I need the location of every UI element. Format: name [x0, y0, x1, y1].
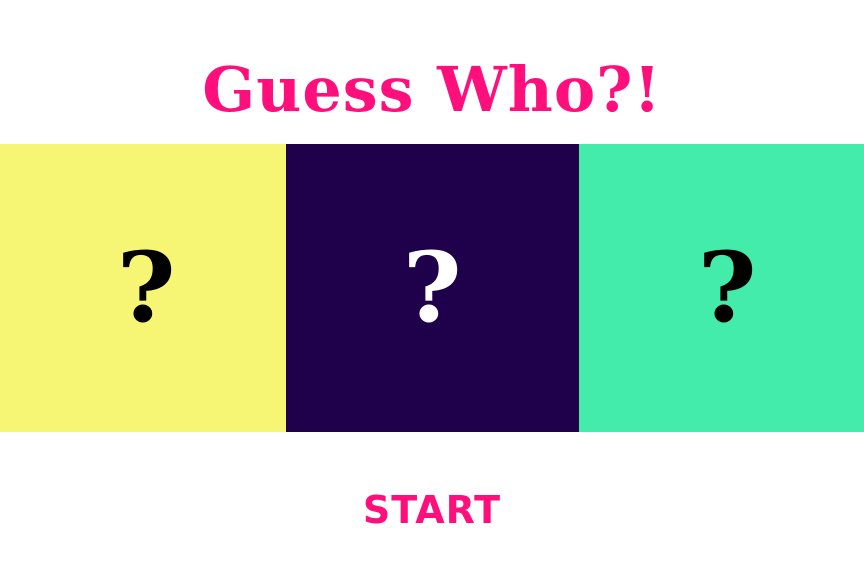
page-title: Guess Who?! [202, 53, 662, 126]
question-mark-icon: ? [116, 231, 176, 344]
mystery-card-1[interactable]: ? [0, 144, 286, 432]
question-mark-icon: ? [402, 231, 463, 344]
mystery-card-3[interactable]: ? [579, 144, 864, 432]
card-row: ? ? ? [0, 144, 864, 432]
mystery-card-2[interactable]: ? [286, 144, 579, 432]
question-mark-icon: ? [697, 231, 758, 344]
start-button[interactable]: START [332, 482, 532, 538]
